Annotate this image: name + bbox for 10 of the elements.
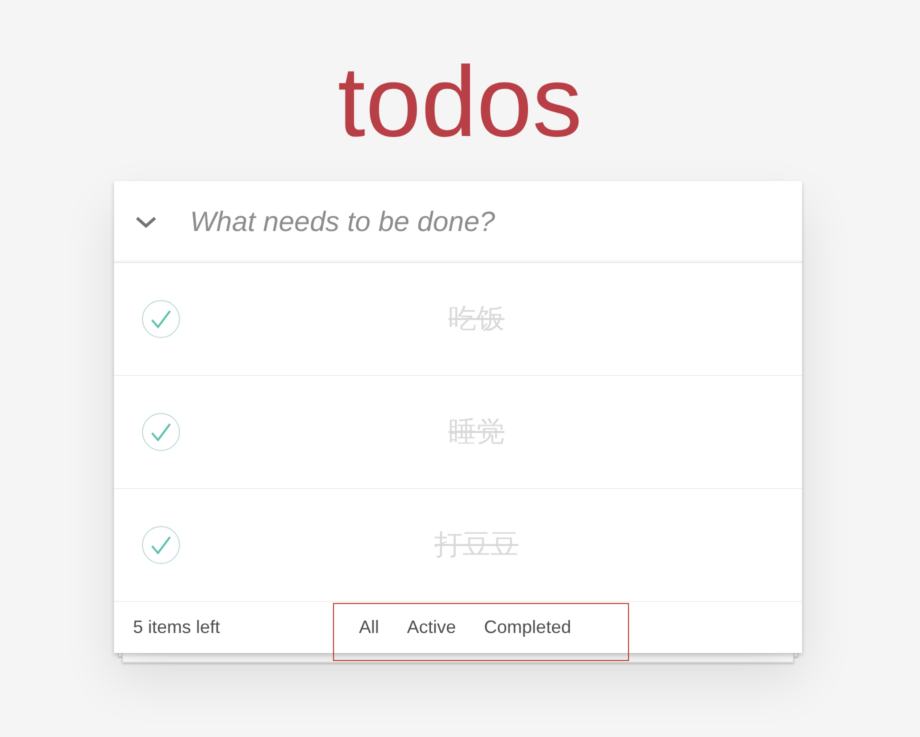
items-left-count: 5 items left xyxy=(133,616,222,639)
checked-checkbox[interactable] xyxy=(141,525,181,565)
filter-link[interactable]: Active xyxy=(399,610,464,645)
checked-checkbox[interactable] xyxy=(141,299,181,339)
checked-checkbox[interactable] xyxy=(141,412,181,452)
chevron-down-icon[interactable] xyxy=(135,216,157,228)
new-todo-field[interactable]: What needs to be done? xyxy=(190,181,802,262)
filter-link[interactable]: All xyxy=(351,610,388,645)
app-title: todos xyxy=(338,45,582,160)
filter-link[interactable]: Completed xyxy=(476,610,580,645)
